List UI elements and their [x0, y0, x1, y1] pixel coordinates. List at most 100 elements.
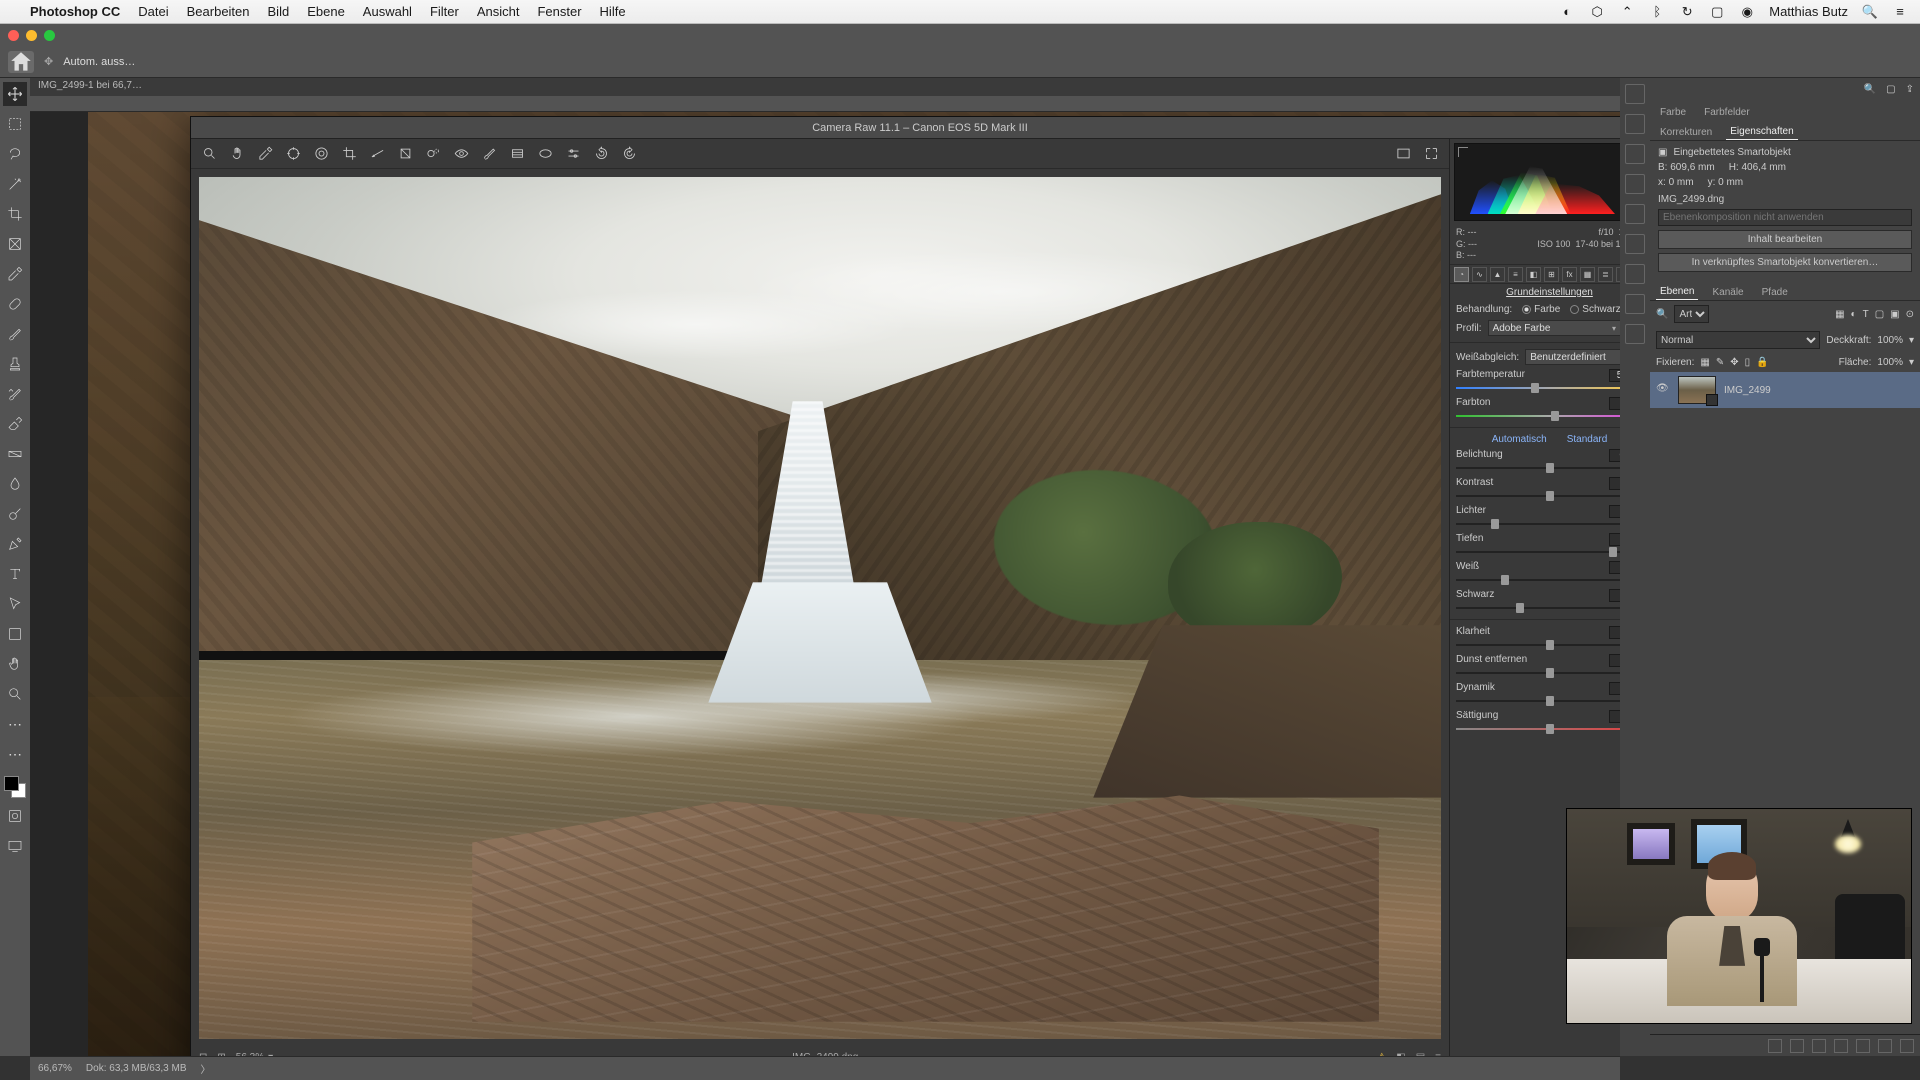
link-layers-icon[interactable]	[1768, 1039, 1782, 1053]
tool-dodge[interactable]	[3, 502, 27, 526]
workspace-icon[interactable]: ▢	[1886, 84, 1895, 95]
cr-radial-filter[interactable]	[535, 144, 555, 164]
collapsed-panel-1[interactable]	[1625, 84, 1645, 104]
filter-pixel-icon[interactable]: ▦	[1835, 309, 1844, 320]
cr-grad-filter[interactable]	[507, 144, 527, 164]
slider-whites[interactable]	[1456, 575, 1620, 585]
lock-artboard-icon[interactable]: ▯	[1745, 357, 1751, 368]
share-icon[interactable]: ⇪	[1906, 84, 1914, 95]
layer-fx-icon[interactable]	[1790, 1039, 1804, 1053]
prop-y[interactable]: 0 mm	[1718, 177, 1743, 188]
prop-height[interactable]: 406,4 mm	[1741, 162, 1785, 173]
opacity-value[interactable]: 100%	[1877, 335, 1903, 346]
collapsed-panel-5[interactable]	[1625, 204, 1645, 224]
tab-hsl[interactable]: ≡	[1508, 267, 1523, 282]
document-canvas[interactable]: Camera Raw 11.1 – Canon EOS 5D Mark III	[30, 112, 1620, 1056]
menu-datei[interactable]: Datei	[138, 4, 168, 19]
tab-curve[interactable]: ∿	[1472, 267, 1487, 282]
layer-thumbnail[interactable]	[1678, 376, 1716, 404]
document-tab[interactable]: IMG_2499-1 bei 66,7…	[30, 78, 1620, 96]
menu-hilfe[interactable]: Hilfe	[600, 4, 626, 19]
layer-filter-select[interactable]: Art	[1674, 305, 1709, 323]
slider-value-contrast[interactable]: 0	[1609, 477, 1620, 490]
timemachine-icon[interactable]: ↻	[1679, 4, 1695, 20]
cr-redeye-tool[interactable]	[451, 144, 471, 164]
slider-exposure[interactable]	[1456, 463, 1620, 473]
treatment-color[interactable]: Farbe	[1522, 304, 1560, 315]
slider-highlights[interactable]	[1456, 519, 1620, 529]
cr-color-sampler[interactable]	[283, 144, 303, 164]
collapsed-panel-7[interactable]	[1625, 264, 1645, 284]
airplay-icon[interactable]: ▢	[1709, 4, 1725, 20]
cr-zoom-tool[interactable]	[199, 144, 219, 164]
blend-mode-select[interactable]: Normal	[1656, 331, 1820, 349]
tool-crop[interactable]	[3, 202, 27, 226]
slider-dehaze[interactable]	[1456, 668, 1620, 678]
tool-marquee[interactable]	[3, 112, 27, 136]
tool-gradient[interactable]	[3, 442, 27, 466]
menu-ansicht[interactable]: Ansicht	[477, 4, 520, 19]
treatment-bw[interactable]: Schwarzweiß	[1570, 304, 1620, 315]
histogram[interactable]	[1454, 143, 1620, 221]
tab-layers[interactable]: Ebenen	[1656, 284, 1698, 300]
filter-shape-icon[interactable]: ▢	[1875, 309, 1884, 320]
collapsed-panel-9[interactable]	[1625, 324, 1645, 344]
tool-screenmode[interactable]	[3, 834, 27, 858]
slider-value-exposure[interactable]: 0,00	[1609, 449, 1620, 462]
minimize-window-button[interactable]	[26, 30, 37, 41]
layer-mask-icon[interactable]	[1812, 1039, 1826, 1053]
tool-healing[interactable]	[3, 292, 27, 316]
collapsed-panel-3[interactable]	[1625, 144, 1645, 164]
filter-so-icon[interactable]: ▣	[1890, 309, 1899, 320]
cc-sync-icon[interactable]: ◐	[1559, 4, 1575, 20]
maximize-window-button[interactable]	[44, 30, 55, 41]
cr-fullscreen[interactable]	[1421, 144, 1441, 164]
tab-fx[interactable]: fx	[1562, 267, 1577, 282]
home-button[interactable]	[8, 51, 34, 73]
menu-fenster[interactable]: Fenster	[537, 4, 581, 19]
slider-value-dehaze[interactable]: 0	[1609, 654, 1620, 667]
tool-edit-toolbar[interactable]: ⋯	[3, 742, 27, 766]
tool-more[interactable]: ⋯	[3, 712, 27, 736]
spotlight-icon[interactable]: 🔍	[1862, 4, 1878, 20]
cr-straighten-tool[interactable]	[367, 144, 387, 164]
tool-eraser[interactable]	[3, 412, 27, 436]
slider-value-temp[interactable]: 5481	[1609, 369, 1620, 382]
search-icon[interactable]: 🔍	[1864, 84, 1876, 95]
cr-rotate-cw[interactable]	[619, 144, 639, 164]
dropbox-icon[interactable]: ⬡	[1589, 4, 1605, 20]
cr-prefs[interactable]	[563, 144, 583, 164]
tool-move[interactable]	[3, 82, 27, 106]
cr-targeted-adjust[interactable]	[311, 144, 331, 164]
tool-path-select[interactable]	[3, 592, 27, 616]
tab-adjustments[interactable]: Korrekturen	[1656, 125, 1716, 140]
tab-swatches[interactable]: Farbfelder	[1700, 105, 1754, 120]
delete-layer-icon[interactable]	[1900, 1039, 1914, 1053]
lock-brush-icon[interactable]: ✎	[1716, 357, 1724, 368]
bluetooth-icon[interactable]: ᛒ	[1649, 4, 1665, 20]
slider-value-clarity[interactable]: 0	[1609, 626, 1620, 639]
tab-lens[interactable]: ⊞	[1544, 267, 1559, 282]
slider-shadows[interactable]	[1456, 547, 1620, 557]
lock-position-icon[interactable]: ✥	[1730, 357, 1738, 368]
tool-lasso[interactable]	[3, 142, 27, 166]
options-auto-select[interactable]: Autom. auss…	[63, 56, 135, 68]
tab-basic[interactable]: ◔	[1454, 267, 1469, 282]
slider-temp[interactable]	[1456, 383, 1620, 393]
cr-adjust-brush[interactable]	[479, 144, 499, 164]
menu-auswahl[interactable]: Auswahl	[363, 4, 412, 19]
slider-value-vibrance[interactable]: 0	[1609, 682, 1620, 695]
layercomp-select[interactable]	[1658, 209, 1912, 226]
menu-bearbeiten[interactable]: Bearbeiten	[187, 4, 250, 19]
new-layer-icon[interactable]	[1878, 1039, 1892, 1053]
tool-quickmask[interactable]	[3, 804, 27, 828]
tab-channels[interactable]: Kanäle	[1708, 285, 1747, 300]
filter-type-icon[interactable]: T	[1863, 309, 1869, 320]
slider-value-blacks[interactable]: -33	[1609, 589, 1620, 602]
edit-contents-button[interactable]: Inhalt bearbeiten	[1658, 230, 1912, 249]
filter-adjust-icon[interactable]: ◐	[1851, 309, 1857, 320]
layer-name[interactable]: IMG_2499	[1724, 385, 1771, 396]
slider-value-shadows[interactable]: +69	[1609, 533, 1620, 546]
tab-color[interactable]: Farbe	[1656, 105, 1690, 120]
tool-stamp[interactable]	[3, 352, 27, 376]
